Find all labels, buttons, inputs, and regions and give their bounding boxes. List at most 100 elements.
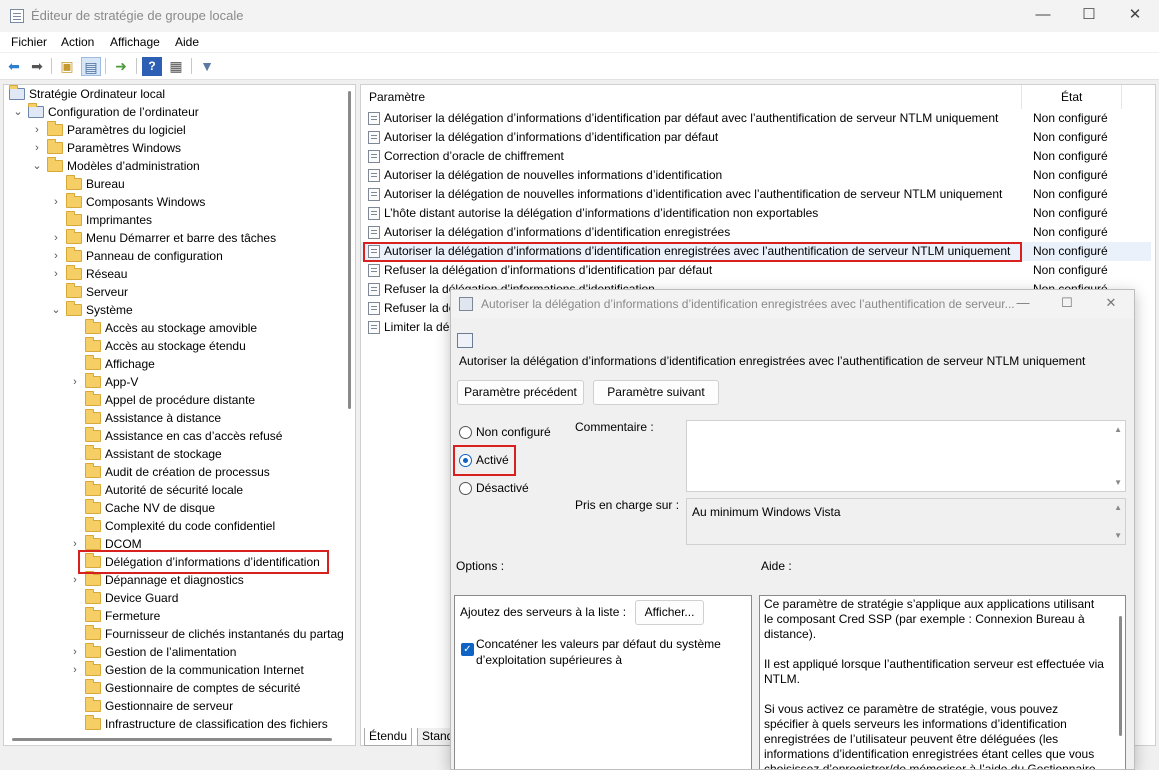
tree-item[interactable]: › Réseau xyxy=(4,265,344,283)
setting-row[interactable]: Autoriser la délégation de nouvelles inf… xyxy=(361,166,1151,185)
help-icon[interactable]: ? xyxy=(142,57,162,76)
tree-horizontal-scrollbar[interactable] xyxy=(4,733,355,745)
chevron-right-icon[interactable]: › xyxy=(69,373,81,391)
tree-item[interactable]: Infrastructure de classification des fic… xyxy=(4,715,344,733)
chevron-down-icon[interactable]: ⌄ xyxy=(31,157,43,175)
tree-item[interactable]: Gestionnaire de serveur xyxy=(4,697,344,715)
tree-item[interactable]: Bureau xyxy=(4,175,344,193)
setting-state: Non configuré xyxy=(1033,206,1108,220)
menu-aide[interactable]: Aide xyxy=(175,35,199,49)
export-list-icon[interactable]: ➜ xyxy=(111,57,131,76)
setting-row[interactable]: Autoriser la délégation de nouvelles inf… xyxy=(361,185,1151,204)
chevron-right-icon[interactable]: › xyxy=(69,661,81,679)
chevron-right-icon[interactable]: › xyxy=(31,121,43,139)
tree-item[interactable]: Assistance en cas d’accès refusé xyxy=(4,427,344,445)
tree-item[interactable]: Autorité de sécurité locale xyxy=(4,481,344,499)
tab-extended[interactable]: Étendu xyxy=(364,728,413,746)
tree-item[interactable]: › Menu Démarrer et barre des tâches xyxy=(4,229,344,247)
tree-item[interactable]: › Paramètres Windows xyxy=(4,139,344,157)
setting-row[interactable]: Refuser la délégation d’informations d’i… xyxy=(361,261,1151,280)
chevron-right-icon[interactable]: › xyxy=(50,247,62,265)
tree-item[interactable]: Accès au stockage étendu xyxy=(4,337,344,355)
radio-disabled-label[interactable]: Désactivé xyxy=(476,481,529,495)
minimize-button[interactable]: — xyxy=(1020,0,1066,32)
tree-item-label: Système xyxy=(86,303,133,317)
tree-item[interactable]: Affichage xyxy=(4,355,344,373)
concat-defaults-label[interactable]: Concaténer les valeurs par défaut du sys… xyxy=(476,636,726,668)
properties-icon[interactable]: ▦ xyxy=(166,57,186,76)
tree-item[interactable]: Serveur xyxy=(4,283,344,301)
show-hide-tree-icon[interactable]: ▤ xyxy=(81,57,101,76)
comment-textarea[interactable]: ▲ ▼ xyxy=(686,420,1126,492)
menu-fichier[interactable]: Fichier xyxy=(11,35,47,49)
tree-item-label: Fournisseur de clichés instantanés du pa… xyxy=(105,627,351,641)
concat-defaults-checkbox[interactable]: ✓ xyxy=(461,643,474,656)
setting-row[interactable]: Autoriser la délégation d’informations d… xyxy=(361,128,1151,147)
setting-row[interactable]: Autoriser la délégation d’informations d… xyxy=(361,223,1151,242)
tree-item[interactable]: Complexité du code confidentiel xyxy=(4,517,344,535)
supported-on-label: Pris en charge sur : xyxy=(575,498,680,512)
chevron-right-icon[interactable]: › xyxy=(69,643,81,661)
tree-item[interactable]: Fermeture xyxy=(4,607,344,625)
tree-item[interactable]: Stratégie Ordinateur local xyxy=(4,85,344,103)
setting-state: Non configuré xyxy=(1033,225,1108,239)
tree-item[interactable]: Cache NV de disque xyxy=(4,499,344,517)
tree-item[interactable]: Appel de procédure distante xyxy=(4,391,344,409)
tree-item[interactable]: Audit de création de processus xyxy=(4,463,344,481)
tree-item-label: Paramètres Windows xyxy=(67,141,182,155)
filter-icon[interactable]: ▼ xyxy=(197,57,217,76)
tree-item[interactable]: Accès au stockage amovible xyxy=(4,319,344,337)
tree-item[interactable]: › Panneau de configuration xyxy=(4,247,344,265)
chevron-down-icon[interactable]: ⌄ xyxy=(12,103,24,121)
maximize-button[interactable]: ☐ xyxy=(1066,0,1112,32)
radio-not-configured[interactable] xyxy=(459,426,472,439)
tree-item[interactable]: ⌄ Modèles d’administration xyxy=(4,157,344,175)
previous-setting-button[interactable]: Paramètre précédent xyxy=(457,380,584,405)
tree-item[interactable]: › App-V xyxy=(4,373,344,391)
setting-row[interactable]: Correction d’oracle de chiffrement Non co… xyxy=(361,147,1151,166)
chevron-down-icon[interactable]: ⌄ xyxy=(50,301,62,319)
tree-item[interactable]: › Gestion de l’alimentation xyxy=(4,643,344,661)
setting-row[interactable]: L’hôte distant autorise la délégation d’… xyxy=(361,204,1151,223)
tree-item[interactable]: Assistant de stockage xyxy=(4,445,344,463)
help-scrollbar[interactable] xyxy=(1119,616,1122,736)
next-setting-button[interactable]: Paramètre suivant xyxy=(593,380,719,405)
chevron-right-icon[interactable]: › xyxy=(31,139,43,157)
radio-not-configured-label[interactable]: Non configuré xyxy=(476,425,551,439)
column-header-setting[interactable]: Paramètre xyxy=(369,85,425,109)
forward-arrow-icon[interactable]: ➡ xyxy=(27,57,47,76)
up-folder-icon[interactable]: ▣ xyxy=(57,57,77,76)
tree-item[interactable]: Device Guard xyxy=(4,589,344,607)
close-button[interactable]: ✕ xyxy=(1112,0,1158,32)
folder-icon xyxy=(66,247,82,262)
dialog-close-button[interactable]: ✕ xyxy=(1089,290,1133,318)
tree-item[interactable]: ⌄ Système xyxy=(4,301,344,319)
show-servers-button[interactable]: Afficher... xyxy=(635,600,704,625)
chevron-right-icon[interactable]: › xyxy=(50,229,62,247)
tree-vertical-scrollbar[interactable] xyxy=(343,85,355,733)
setting-name: Autoriser la délégation d’informations d… xyxy=(384,111,999,125)
tree-item-label: Accès au stockage étendu xyxy=(105,339,246,353)
menu-affichage[interactable]: Affichage xyxy=(110,35,160,49)
tree-item[interactable]: › Composants Windows xyxy=(4,193,344,211)
tree-item[interactable]: ⌄ Configuration de l’ordinateur xyxy=(4,103,344,121)
tree-item[interactable]: Imprimantes xyxy=(4,211,344,229)
column-header-state[interactable]: État xyxy=(1061,85,1082,109)
tree-item[interactable]: Assistance à distance xyxy=(4,409,344,427)
setting-name: Autoriser la délégation de nouvelles inf… xyxy=(384,168,723,182)
chevron-right-icon[interactable]: › xyxy=(50,265,62,283)
setting-name: L’hôte distant autorise la délégation d’… xyxy=(384,206,819,220)
menu-action[interactable]: Action xyxy=(61,35,94,49)
tree-item[interactable]: › Gestion de la communication Internet xyxy=(4,661,344,679)
back-arrow-icon[interactable]: ⬅ xyxy=(4,57,24,76)
folder-icon xyxy=(66,265,82,280)
dialog-minimize-button[interactable]: — xyxy=(1001,290,1045,318)
tree-item[interactable]: Gestionnaire de comptes de sécurité xyxy=(4,679,344,697)
setting-row[interactable]: Autoriser la délégation d’informations d… xyxy=(361,109,1151,128)
title-bar: Éditeur de stratégie de groupe locale — … xyxy=(0,0,1159,32)
tree-item[interactable]: › Paramètres du logiciel xyxy=(4,121,344,139)
dialog-maximize-button[interactable]: ☐ xyxy=(1045,290,1089,318)
tree-item[interactable]: Fournisseur de clichés instantanés du pa… xyxy=(4,625,350,643)
chevron-right-icon[interactable]: › xyxy=(50,193,62,211)
radio-disabled[interactable] xyxy=(459,482,472,495)
